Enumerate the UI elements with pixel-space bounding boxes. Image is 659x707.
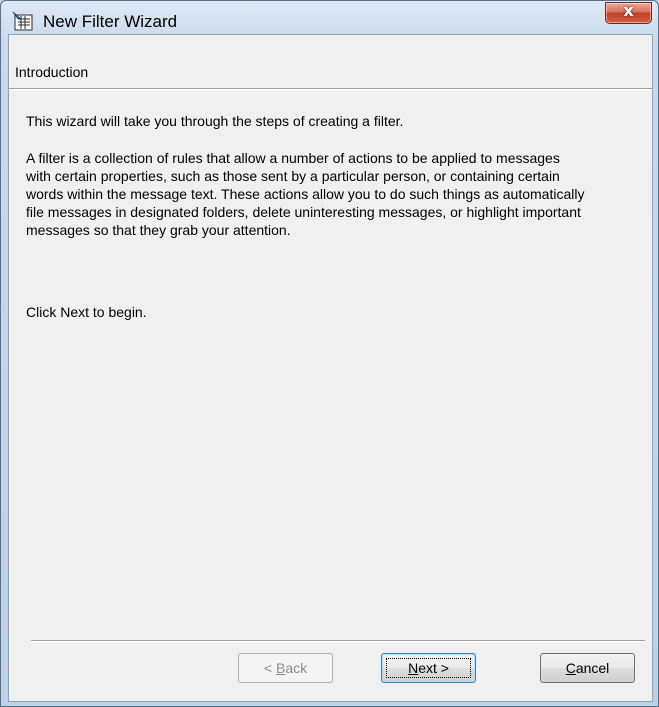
back-accel: B [275, 660, 286, 676]
close-button[interactable]: x [605, 1, 652, 24]
filter-wizard-icon [12, 11, 33, 31]
header-divider [9, 88, 652, 90]
cancel-accel: C [565, 660, 576, 676]
cancel-label: ancel [575, 660, 610, 676]
intro-text: This wizard will take you through the st… [26, 113, 404, 129]
wizard-window: New Filter Wizard x Introduction This wi… [0, 0, 659, 707]
next-label: ext > [418, 660, 449, 676]
wizard-page: Introduction This wizard will take you t… [8, 34, 653, 702]
page-title: Introduction [15, 64, 89, 80]
next-button[interactable]: Next > [381, 653, 476, 683]
cancel-button[interactable]: Cancel [540, 653, 635, 683]
back-button[interactable]: < Back [238, 653, 333, 683]
back-prefix: < [263, 660, 276, 676]
description-text: A filter is a collection of rules that a… [26, 150, 585, 238]
footer-divider [31, 640, 645, 642]
instruction-text: Click Next to begin. [26, 304, 147, 320]
next-accel: N [408, 660, 419, 676]
back-label: ack [285, 660, 308, 676]
close-icon: x [623, 1, 634, 20]
window-title: New Filter Wizard [43, 12, 178, 31]
